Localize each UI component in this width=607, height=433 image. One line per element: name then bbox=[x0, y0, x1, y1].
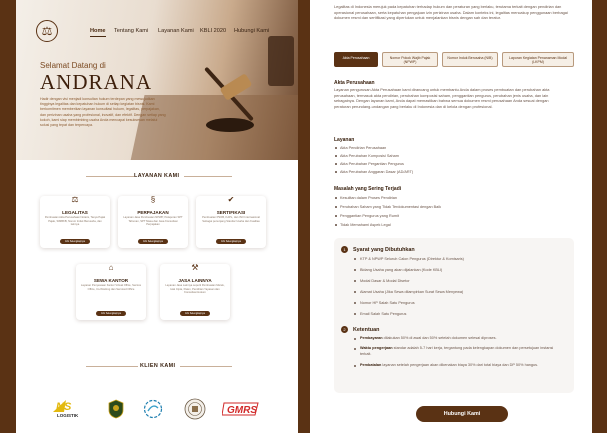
ketentuan-title: Ketentuan bbox=[353, 327, 380, 333]
hero-scale-image bbox=[268, 36, 294, 86]
list-item: Kesulitan dalam Proses Pendirian bbox=[335, 196, 397, 200]
client-logo-blue bbox=[142, 398, 164, 420]
service-detail-panel: Legalitas di Indonesia merujuk pada kepa… bbox=[310, 0, 592, 433]
list-item: KTP & NPWP Seluruh Calon Pengurus (Direk… bbox=[354, 257, 464, 261]
tab-akta-perusahaan[interactable]: Akta Perusahaan bbox=[334, 52, 378, 67]
nav-tentang-kami[interactable]: Tentang Kami bbox=[114, 28, 148, 34]
office-icon: ⌂ bbox=[108, 263, 114, 272]
divider bbox=[180, 366, 232, 367]
service-card-sertifikasi[interactable]: ✔ SERTIFIKASI Pembuatan PSOB, KAPL, dan … bbox=[196, 195, 266, 248]
service-card-legalitas[interactable]: ⚖ LEGALITAS Pembuatan Akta Perusahaan No… bbox=[40, 195, 110, 248]
service-desc: Pembuatan Akta Perusahaan Notaris, Tanya… bbox=[44, 216, 106, 227]
step-number-badge: 1 bbox=[341, 246, 348, 253]
service-card-sewa-kantor[interactable]: ⌂ SEWA KANTOR Layanan Penyewaan Kantor V… bbox=[76, 263, 146, 320]
divider bbox=[86, 176, 134, 177]
landing-page-panel: ⚖ Home Tentang Kami Layanan Kami KBLI 20… bbox=[16, 0, 298, 433]
document-icon: § bbox=[150, 195, 156, 204]
list-item: Pembayaran dilakukan 50% di awal dan 50%… bbox=[354, 336, 556, 342]
list-item: Penggantian Pengurus yang Rumit bbox=[335, 214, 399, 218]
list-item: Tidak Memahami Aspek Legal bbox=[335, 223, 391, 227]
nav-active-indicator bbox=[90, 36, 106, 37]
svg-text:LOGISTIK: LOGISTIK bbox=[57, 413, 79, 418]
client-logo-ns-logistik: NS LOGISTIK bbox=[52, 398, 92, 420]
service-info-button[interactable]: Info Selengkapnya bbox=[96, 311, 126, 316]
client-logo-gmrs: GMRS bbox=[222, 398, 260, 420]
client-logo-emblem bbox=[106, 398, 126, 420]
service-info-button[interactable]: Info Selengkapnya bbox=[138, 239, 168, 244]
list-item: Akta Perubahan Komposisi Saham bbox=[335, 154, 399, 158]
nav-layanan-kami[interactable]: Layanan Kami bbox=[158, 28, 194, 34]
contact-us-button[interactable]: Hubungi Kami bbox=[416, 406, 508, 422]
list-item: Modal Dasar & Modal Disetor bbox=[354, 279, 410, 283]
list-item: Perubahan Saham yang Tidak Terdokumentas… bbox=[334, 205, 442, 209]
term-label: Pembayaran bbox=[360, 336, 383, 340]
list-item: Pembatalan layanan setelah pengerjaan ak… bbox=[354, 363, 556, 369]
term-text: dilakukan 50% di awal dan 50% setelah do… bbox=[382, 336, 497, 340]
layanan-title: Layanan bbox=[334, 137, 355, 143]
service-card-jasa-lainnya[interactable]: ⚒ JASA LAINNYA Layanan Jasa Lainnya sepe… bbox=[160, 263, 230, 320]
certificate-icon: ✔ bbox=[227, 195, 235, 204]
service-name: LEGALITAS bbox=[62, 210, 88, 215]
list-item: Email Salah Satu Pengurus bbox=[353, 312, 407, 316]
service-name: SEWA KANTOR bbox=[93, 278, 129, 283]
hero-intro-text: Hadir dengan visi menjadi konsultan huku… bbox=[40, 97, 166, 128]
divider bbox=[86, 366, 138, 367]
akta-title: Akta Perusahaan bbox=[334, 80, 375, 86]
service-info-button[interactable]: Info Selengkapnya bbox=[216, 239, 246, 244]
term-label: Pembatalan bbox=[360, 363, 382, 367]
tab-npwp[interactable]: Nomor Pokok Wajib Pajak (NPWP) bbox=[382, 52, 438, 67]
nav-home[interactable]: Home bbox=[90, 28, 106, 34]
hero-welcome: Selamat Datang di bbox=[40, 61, 106, 70]
list-item: Alamat Usaha (Jika Sewa dilampirkan Sura… bbox=[353, 290, 464, 294]
masalah-title: Masalah yang Sering Terjadi bbox=[334, 186, 402, 192]
service-info-button[interactable]: Info Selengkapnya bbox=[180, 311, 210, 316]
services-title: LAYANAN KAMI bbox=[134, 173, 180, 179]
service-desc: Pembuatan PSOB, KAPL, dan ISO Internasio… bbox=[202, 216, 260, 223]
scale-icon: ⚖ bbox=[71, 195, 79, 204]
nav-hubungi-kami[interactable]: Hubungi Kami bbox=[234, 28, 269, 34]
list-item: Waktu pengerjaan standar adalah 5-7 hari… bbox=[354, 346, 556, 357]
tab-lkpm[interactable]: Laporan Kegiatan Penanaman Modal (LKPM) bbox=[502, 52, 574, 67]
legalitas-intro: Legalitas di Indonesia merujuk pada kepa… bbox=[334, 4, 568, 21]
nav-kbli-2020[interactable]: KBLI 2020 bbox=[200, 28, 226, 34]
client-logo-seal bbox=[184, 398, 206, 420]
hero-section: ⚖ Home Tentang Kami Layanan Kami KBLI 20… bbox=[16, 0, 298, 160]
step-number-badge: 2 bbox=[341, 326, 348, 333]
service-info-button[interactable]: Info Selengkapnya bbox=[60, 239, 90, 244]
service-desc: Layanan Jasa Pembuatan NPWP, Pelaporan S… bbox=[123, 216, 183, 227]
tools-icon: ⚒ bbox=[191, 263, 199, 272]
akta-description: Layanan pengurusan Akta Perusahaan kami … bbox=[334, 87, 550, 109]
list-item: Akta Perubahan Anggaran Dasar (AD/ART) bbox=[334, 170, 414, 174]
term-label: Waktu pengerjaan bbox=[360, 346, 393, 350]
hero-brand-title: ANDRANA bbox=[40, 70, 152, 94]
divider bbox=[184, 176, 232, 177]
list-item: Akta Perubahan Pergantian Pengurus bbox=[335, 162, 404, 166]
svg-text:GMRS: GMRS bbox=[227, 405, 257, 416]
service-name: JASA LAINNYA bbox=[178, 278, 212, 283]
list-item: Bidang Usaha yang akan dijalankan (Kode … bbox=[353, 268, 443, 272]
clients-title: KLIEN KAMI bbox=[140, 363, 176, 369]
service-desc: Layanan Penyewaan Kantor Virtual Office,… bbox=[80, 284, 142, 291]
gavel-base-image bbox=[206, 118, 254, 132]
service-card-perpajakan[interactable]: § PERPAJAKAN Layanan Jasa Pembuatan NPWP… bbox=[118, 195, 188, 248]
service-desc: Layanan Jasa Lainnya seperti Pembuatan M… bbox=[165, 284, 225, 295]
service-name: SERTIFIKASI bbox=[216, 210, 246, 215]
tab-nib[interactable]: Nomor Induk Berusaha (NIB) bbox=[442, 52, 498, 67]
service-name: PERPAJAKAN bbox=[137, 210, 169, 215]
syarat-title: Syarat yang Dibutuhkan bbox=[353, 247, 415, 253]
list-item: Akta Pendirian Perusahaan bbox=[334, 146, 387, 150]
list-item: Nomor HP Salah Satu Pengurus bbox=[354, 301, 415, 305]
term-text: layanan setelah pengerjaan akan dikenaka… bbox=[381, 363, 539, 367]
detail-tabs: Akta Perusahaan Nomor Pokok Wajib Pajak … bbox=[334, 52, 574, 68]
